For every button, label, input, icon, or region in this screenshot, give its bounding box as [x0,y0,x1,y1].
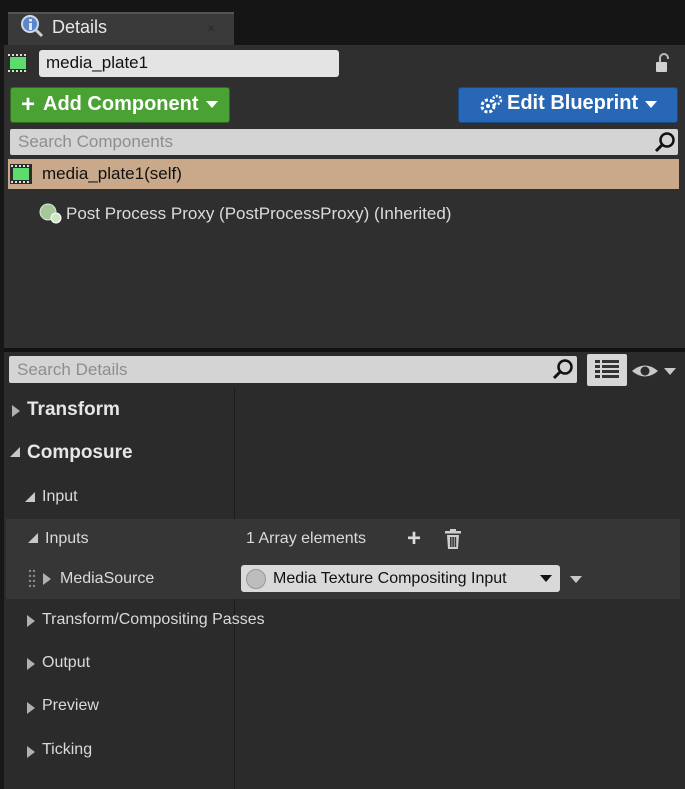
expand-arrow-icon[interactable] [43,573,51,585]
component-label: Post Process Proxy (PostProcessProxy) (I… [66,204,452,223]
category-label: Composure [27,442,133,463]
edit-blueprint-button[interactable]: Edit Blueprint [458,87,678,123]
subcategory-label: Transform/Compositing Passes [42,611,265,628]
property-label: MediaSource [60,570,155,587]
drag-handle-icon[interactable] [28,569,36,589]
expand-arrow-icon[interactable] [27,658,35,670]
expand-arrow-icon[interactable] [27,615,35,627]
search-components-input[interactable] [10,129,678,155]
expand-arrow-icon[interactable] [27,746,35,758]
add-element-icon[interactable]: + [407,525,421,553]
property-matrix-button[interactable] [587,354,627,386]
actor-name-field[interactable]: media_plate1 [39,50,339,77]
subcategory-label: Preview [42,697,99,714]
gears-icon [480,94,503,114]
search-icon[interactable] [552,358,574,380]
component-item-post-process-proxy[interactable]: Post Process Proxy (PostProcessProxy) (I… [38,200,538,226]
search-details-input[interactable] [9,356,577,383]
category-composure[interactable]: Composure [6,431,680,474]
asset-thumbnail-icon [246,569,266,589]
plus-icon: + [21,91,36,118]
subcategory-ticking[interactable]: Ticking [6,730,680,774]
magnifier-icon [21,15,44,38]
tab-title: Details [52,17,108,37]
subcategory-preview[interactable]: Preview [6,686,680,730]
subcategory-input[interactable]: Input [6,474,680,519]
property-row-inputs: Inputs 1 Array elements + [6,519,680,559]
tab-close-icon[interactable]: × [207,20,215,36]
lock-open-icon[interactable] [652,52,674,74]
subcategory-transform-passes[interactable]: Transform/Compositing Passes [6,599,680,643]
add-component-button[interactable]: + Add Component [10,87,230,123]
expand-arrow-icon[interactable] [12,405,20,417]
component-label: media_plate1(self) [42,164,182,183]
post-process-icon [39,203,62,224]
subcategory-label: Ticking [42,741,93,758]
actor-film-icon [10,164,32,184]
search-icon[interactable] [654,131,676,153]
category-label: Transform [27,399,120,420]
trash-icon[interactable] [444,529,462,549]
extra-options-icon[interactable] [570,576,582,583]
chevron-down-icon [645,101,657,108]
search-details [9,356,577,383]
search-components [10,129,678,155]
subcategory-output[interactable]: Output [6,643,680,686]
component-item-self[interactable]: media_plate1(self) [8,159,679,189]
collapse-arrow-icon[interactable] [10,447,20,457]
dropdown-value: Media Texture Compositing Input [273,570,507,587]
actor-film-icon [7,53,29,73]
details-rows: Transform Composure Input Inputs 1 Array… [6,388,680,789]
category-transform[interactable]: Transform [6,388,680,431]
expand-arrow-icon[interactable] [27,702,35,714]
grid-icon [595,360,619,378]
subcategory-label: Output [42,654,91,671]
chevron-down-icon [540,575,552,582]
add-component-label: Add Component [43,93,199,115]
collapse-arrow-icon[interactable] [25,492,35,502]
property-label: Inputs [45,530,89,547]
collapse-arrow-icon[interactable] [28,533,38,543]
subcategory-label: Input [42,488,78,505]
array-count: 1 Array elements [246,530,367,547]
media-source-dropdown[interactable]: Media Texture Compositing Input [241,565,560,592]
chevron-down-icon [206,101,218,108]
property-row-media-source: MediaSource Media Texture Compositing In… [6,559,680,599]
eye-icon[interactable] [630,358,680,384]
edit-blueprint-label: Edit Blueprint [507,92,639,114]
